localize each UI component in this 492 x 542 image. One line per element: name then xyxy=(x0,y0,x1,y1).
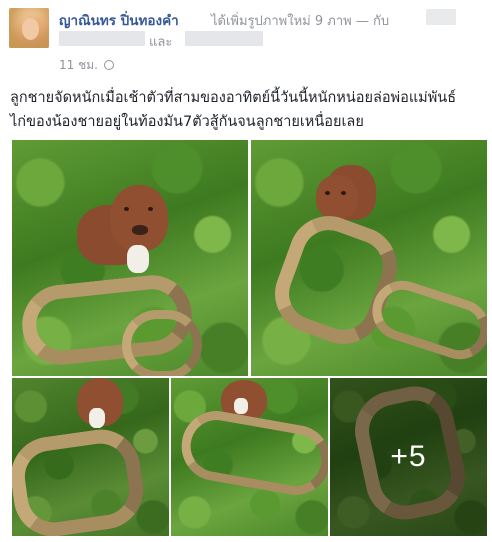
tagged-user-redacted-1[interactable] xyxy=(426,9,456,25)
python-coil xyxy=(122,310,202,376)
gallery-photo-1[interactable] xyxy=(12,140,248,376)
author-name-link[interactable]: ญาณินทร ปิ่นทองคำ xyxy=(59,9,179,31)
facebook-post: ญาณินทร ปิ่นทองคำ ได้เพิ่มรูปภาพใหม่ 9 ภ… xyxy=(0,0,492,542)
gallery-photo-2[interactable] xyxy=(251,140,487,376)
post-action-text: ได้เพิ่มรูปภาพใหม่ 9 ภาพ — กับ xyxy=(211,14,390,29)
globe-icon[interactable] xyxy=(103,60,114,70)
post-meta: 11 ชม. xyxy=(59,56,114,75)
post-text-line-1: ลูกชายจัดหนักเมื่อเช้าตัวที่สามของอาทิตย… xyxy=(10,90,457,106)
tagged-user-redacted-3[interactable] xyxy=(185,31,263,46)
more-photos-overlay[interactable]: +5 xyxy=(330,378,487,536)
avatar[interactable] xyxy=(9,8,49,48)
timestamp-link[interactable]: 11 ชม. xyxy=(59,58,98,72)
gallery-photo-3[interactable] xyxy=(12,378,169,536)
tag-connector-text: และ xyxy=(149,35,173,50)
python-figure xyxy=(12,424,149,536)
tagged-user-redacted-2[interactable] xyxy=(59,31,145,46)
post-text-line-2: ไก่ของน้องชายอยู่ในท้องมัน7ตัวสู้กันจนลู… xyxy=(10,114,364,130)
gallery-photo-5[interactable]: +5 xyxy=(330,378,487,536)
avatar-face xyxy=(22,18,39,40)
more-photos-count: +5 xyxy=(390,440,427,473)
gallery-photo-4[interactable] xyxy=(171,378,328,536)
